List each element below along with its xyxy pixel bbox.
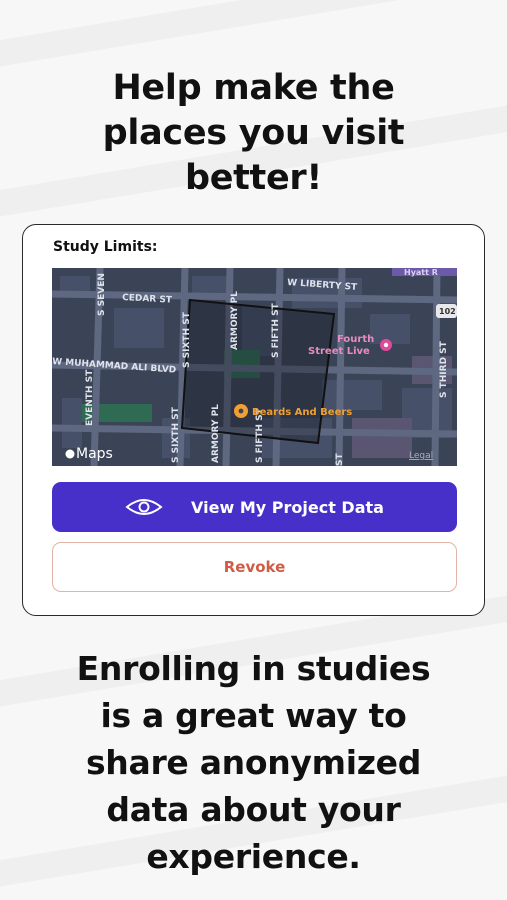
body-text-line: is a great way to: [100, 696, 407, 735]
revoke-label: Revoke: [223, 558, 286, 576]
view-project-data-button[interactable]: View My Project Data: [52, 482, 457, 532]
headline-line: better!: [184, 158, 323, 198]
street-label: S FIFTH ST: [271, 302, 281, 358]
poi-label: Fourth: [337, 334, 374, 345]
map-legal-link[interactable]: Legal: [409, 451, 433, 461]
street-label: ST: [335, 453, 345, 466]
street-label: ARMORY PL: [230, 291, 240, 350]
street-label: S SEVEN: [97, 273, 107, 316]
body-text: Enrolling in studies is a great way to s…: [0, 645, 507, 880]
study-limits-map[interactable]: W LIBERTY ST CEDAR ST W MUHAMMAD ALI BLV…: [52, 268, 457, 466]
poi-label: Hyatt R: [404, 268, 438, 277]
body-text-line: share anonymized: [85, 743, 422, 782]
street-label: ARMORY PL: [211, 404, 221, 463]
poi-label: Beards And Beers: [252, 407, 352, 418]
study-limits-label: Study Limits:: [53, 239, 158, 255]
body-text-line: data about your: [106, 790, 401, 829]
street-label: S THIRD ST: [439, 340, 449, 398]
headline-line: Help make the: [112, 68, 395, 108]
view-project-data-label: View My Project Data: [191, 497, 384, 517]
apple-logo-icon: [65, 449, 75, 459]
study-card: Study Limits: W LIBERTY ST CEDAR ST W MU…: [22, 224, 485, 616]
street-label: S SIXTH ST: [171, 406, 181, 463]
body-text-line: experience.: [146, 837, 361, 876]
route-badge: 102: [439, 307, 456, 316]
poi-label: Street Live: [308, 346, 370, 357]
headline-line: places you visit: [102, 113, 405, 153]
street-label: S SIXTH ST: [182, 311, 192, 368]
map-attribution: Maps: [76, 446, 113, 462]
eye-icon: [125, 499, 163, 515]
revoke-button[interactable]: Revoke: [52, 542, 457, 592]
body-text-line: Enrolling in studies: [76, 649, 431, 688]
headline: Help make the places you visit better!: [0, 66, 507, 201]
street-label: EVENTH ST: [85, 369, 95, 426]
